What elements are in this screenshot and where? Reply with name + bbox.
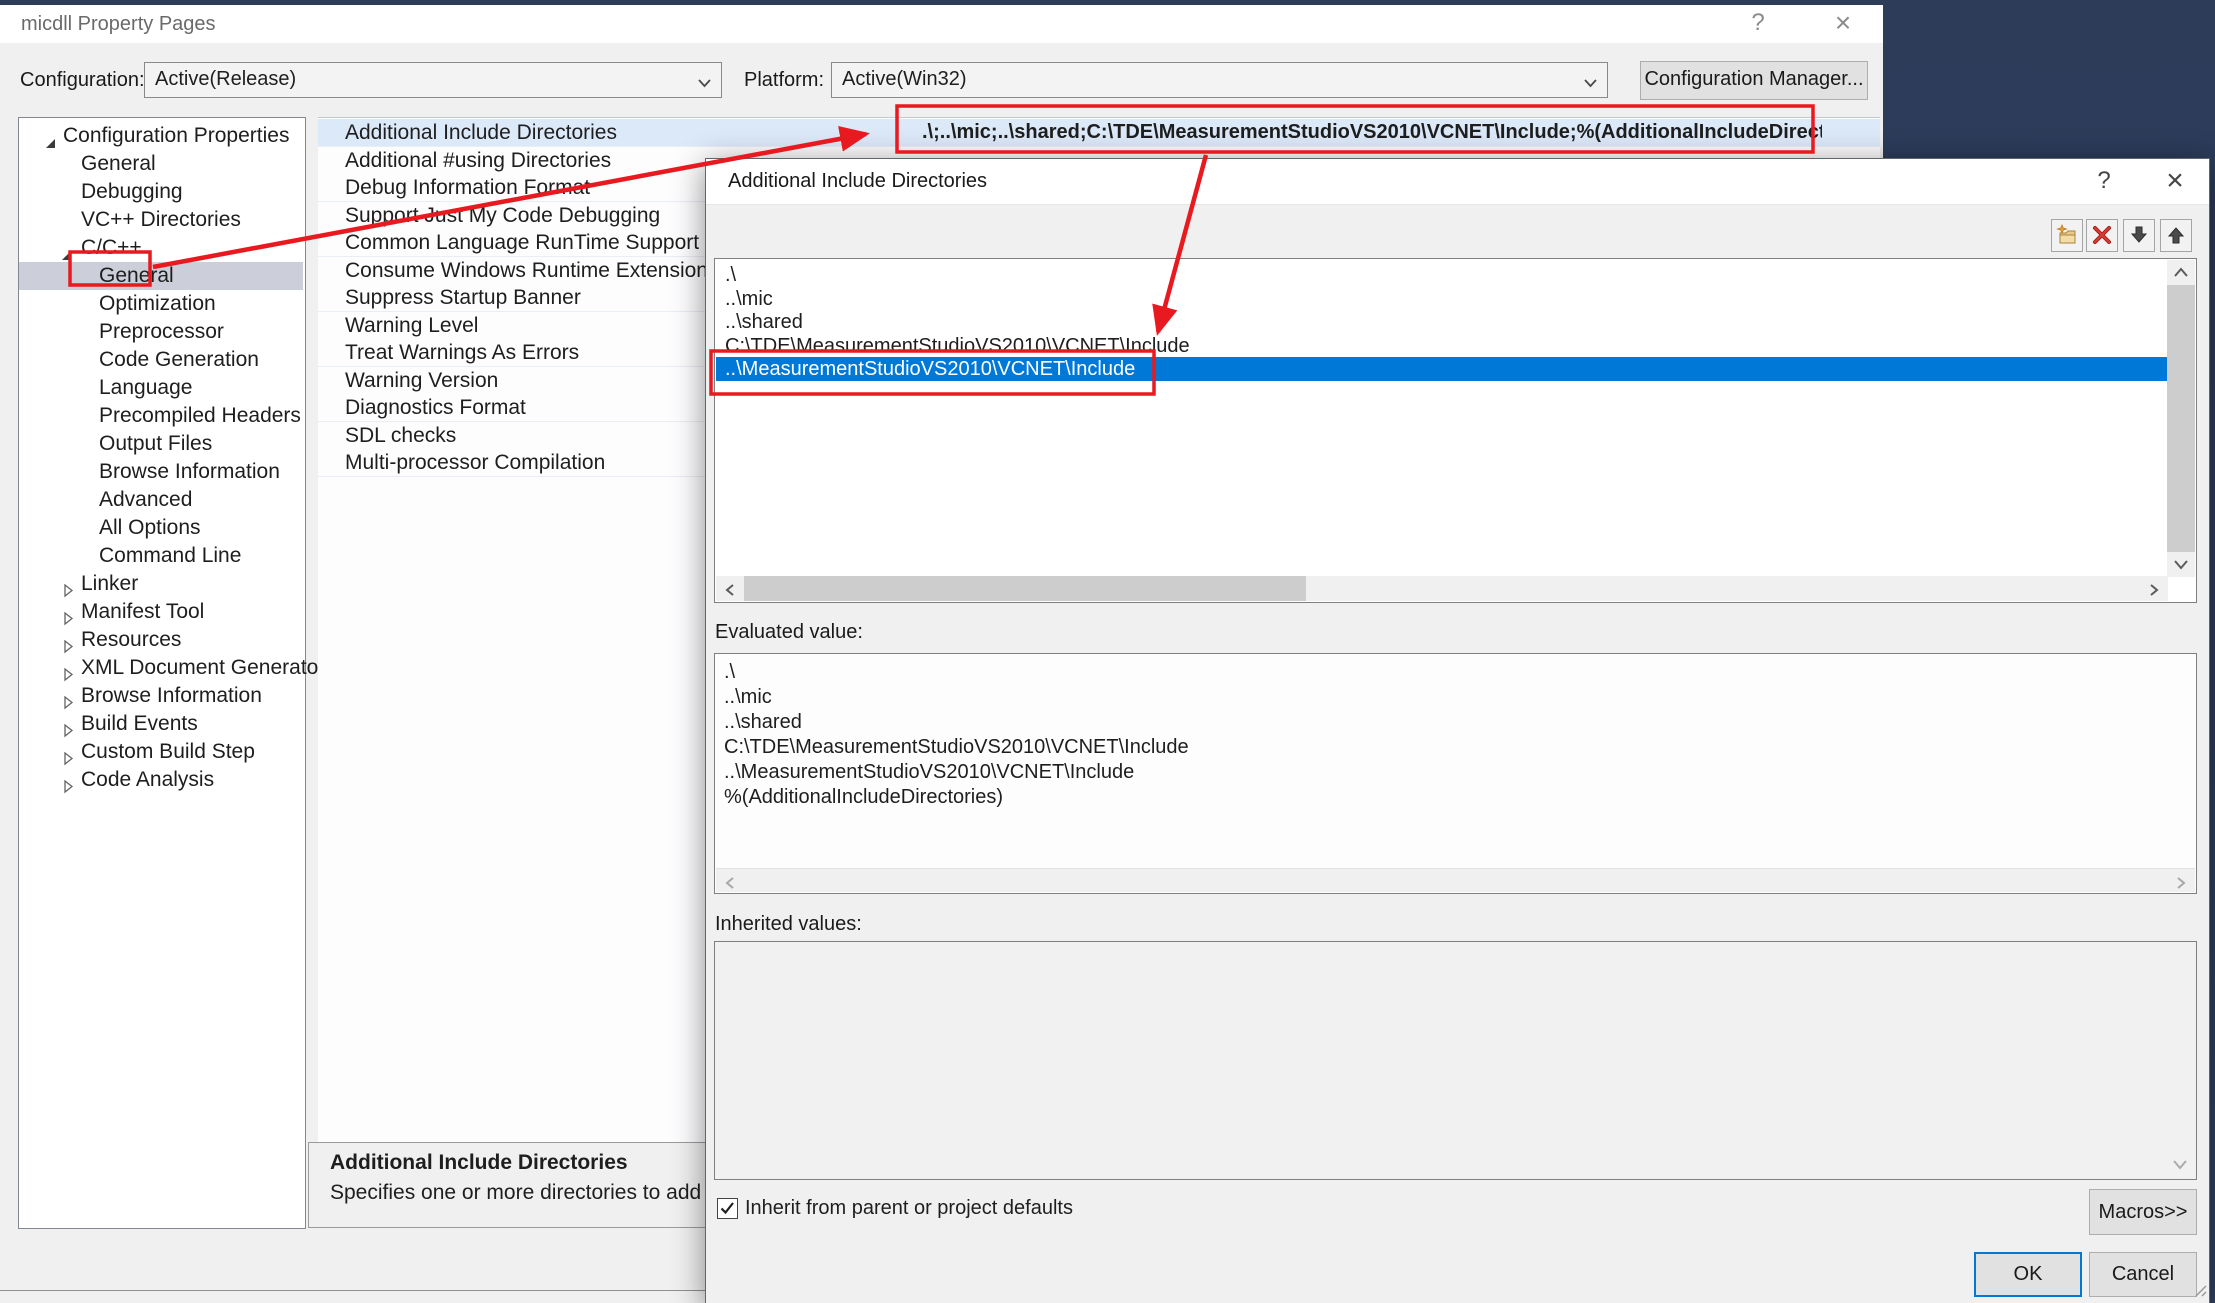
help-icon[interactable]: ?: [2084, 159, 2124, 204]
list-item[interactable]: .\: [716, 263, 2177, 287]
additional-include-directories-value[interactable]: .\;..\mic;..\shared;C:\TDE\MeasurementSt…: [922, 119, 1822, 146]
evaluated-value-label: Evaluated value:: [715, 621, 863, 644]
tree-item-c-cpp[interactable]: C/C++: [19, 234, 303, 262]
chevron-down-icon: [697, 75, 712, 93]
tree-item-xml-document-generator[interactable]: XML Document Generator: [19, 654, 303, 682]
platform-value: Active(Win32): [842, 63, 966, 96]
help-icon[interactable]: ?: [1738, 5, 1778, 43]
tree-item-precompiled-headers[interactable]: Precompiled Headers: [19, 402, 303, 430]
move-up-button[interactable]: [2160, 219, 2192, 252]
tree-item-build-events[interactable]: Build Events: [19, 710, 303, 738]
configuration-tree: Configuration Properties General Debuggi…: [18, 117, 306, 1229]
move-down-button[interactable]: [2123, 219, 2155, 252]
tree-item-all-options[interactable]: All Options: [19, 514, 303, 542]
tree-collapsed-icon[interactable]: [63, 774, 75, 802]
vertical-scrollbar[interactable]: [2167, 260, 2195, 577]
tree-item-general[interactable]: General: [19, 150, 303, 178]
tree-item-custom-build-step[interactable]: Custom Build Step: [19, 738, 303, 766]
tree-item-advanced[interactable]: Advanced: [19, 486, 303, 514]
configuration-select[interactable]: Active(Release): [144, 62, 722, 98]
list-item[interactable]: C:\TDE\MeasurementStudioVS2010\VCNET\Inc…: [716, 334, 2177, 358]
list-item[interactable]: ..\shared: [716, 310, 2177, 334]
scroll-down-icon[interactable]: [2172, 1157, 2188, 1175]
close-icon[interactable]: ×: [2154, 159, 2196, 204]
inherit-from-parent-checkbox[interactable]: [717, 1198, 738, 1219]
tree-item-output-files[interactable]: Output Files: [19, 430, 303, 458]
cancel-button[interactable]: Cancel: [2089, 1252, 2197, 1297]
additional-include-directories-dialog: Additional Include Directories ? ×: [705, 158, 2210, 1303]
checkmark-icon: [718, 1199, 737, 1218]
scroll-up-icon[interactable]: [2167, 260, 2195, 285]
tree-item-c-cpp-general[interactable]: General: [19, 262, 303, 290]
tree-item-code-generation[interactable]: Code Generation: [19, 346, 303, 374]
scroll-left-icon[interactable]: [716, 869, 744, 894]
evaluated-value-box: .\ ..\mic ..\shared C:\TDE\MeasurementSt…: [714, 653, 2197, 894]
configuration-value: Active(Release): [155, 63, 296, 96]
tree-item-command-line[interactable]: Command Line: [19, 542, 303, 570]
tree-item-linker[interactable]: Linker: [19, 570, 303, 598]
macros-button[interactable]: Macros>>: [2089, 1189, 2197, 1235]
platform-label: Platform:: [744, 62, 824, 98]
horizontal-scrollbar[interactable]: [716, 868, 2195, 892]
new-line-button[interactable]: [2051, 219, 2083, 252]
scroll-left-icon[interactable]: [716, 576, 744, 601]
close-icon[interactable]: ×: [1820, 5, 1866, 43]
grid-row-additional-include-directories[interactable]: Additional Include Directories .\;..\mic…: [318, 119, 1880, 147]
chevron-down-icon: [1583, 75, 1598, 93]
platform-select[interactable]: Active(Win32): [831, 62, 1608, 98]
visual-studio-environment: micdll Property Pages ? × Configuration:…: [0, 0, 2215, 1303]
window-title: micdll Property Pages: [21, 5, 216, 43]
tree-item-vcpp-directories[interactable]: VC++ Directories: [19, 206, 303, 234]
scroll-down-icon[interactable]: [2167, 552, 2195, 577]
dialog-title: Additional Include Directories: [728, 159, 987, 204]
inherited-values-label: Inherited values:: [715, 913, 862, 936]
dialog-titlebar[interactable]: Additional Include Directories ? ×: [706, 159, 2209, 205]
tree-item-preprocessor[interactable]: Preprocessor: [19, 318, 303, 346]
scrollbar-thumb[interactable]: [2167, 285, 2195, 552]
tree-item-language[interactable]: Language: [19, 374, 303, 402]
horizontal-scrollbar[interactable]: [716, 576, 2168, 601]
tree-item-debugging[interactable]: Debugging: [19, 178, 303, 206]
configuration-manager-button[interactable]: Configuration Manager...: [1640, 61, 1868, 100]
scrollbar-thumb[interactable]: [744, 576, 1306, 601]
ok-button[interactable]: OK: [1974, 1252, 2082, 1297]
tree-item-code-analysis[interactable]: Code Analysis: [19, 766, 303, 794]
main-titlebar[interactable]: micdll Property Pages ? ×: [0, 5, 1883, 43]
configuration-label: Configuration:: [20, 62, 145, 98]
inherit-checkbox-label: Inherit from parent or project defaults: [745, 1190, 1073, 1226]
resize-grip[interactable]: [2193, 1283, 2207, 1302]
tree-item-browse-information-2[interactable]: Browse Information: [19, 682, 303, 710]
tree-item-resources[interactable]: Resources: [19, 626, 303, 654]
list-item-selected[interactable]: ..\MeasurementStudioVS2010\VCNET\Include: [716, 357, 2177, 381]
description-title: Additional Include Directories: [330, 1151, 628, 1175]
tree-item-configuration-properties[interactable]: Configuration Properties: [19, 122, 303, 150]
tree-item-browse-information[interactable]: Browse Information: [19, 458, 303, 486]
inherited-values-box: [714, 941, 2197, 1180]
include-directories-list[interactable]: .\ ..\mic ..\shared C:\TDE\MeasurementSt…: [714, 258, 2197, 603]
scroll-right-icon[interactable]: [2140, 576, 2168, 601]
tree-item-optimization[interactable]: Optimization: [19, 290, 303, 318]
tree-item-manifest-tool[interactable]: Manifest Tool: [19, 598, 303, 626]
evaluated-lines: .\ ..\mic ..\shared C:\TDE\MeasurementSt…: [724, 660, 1189, 810]
list-item[interactable]: ..\mic: [716, 287, 2177, 311]
delete-line-button[interactable]: [2086, 219, 2118, 252]
scroll-right-icon[interactable]: [2167, 869, 2195, 894]
